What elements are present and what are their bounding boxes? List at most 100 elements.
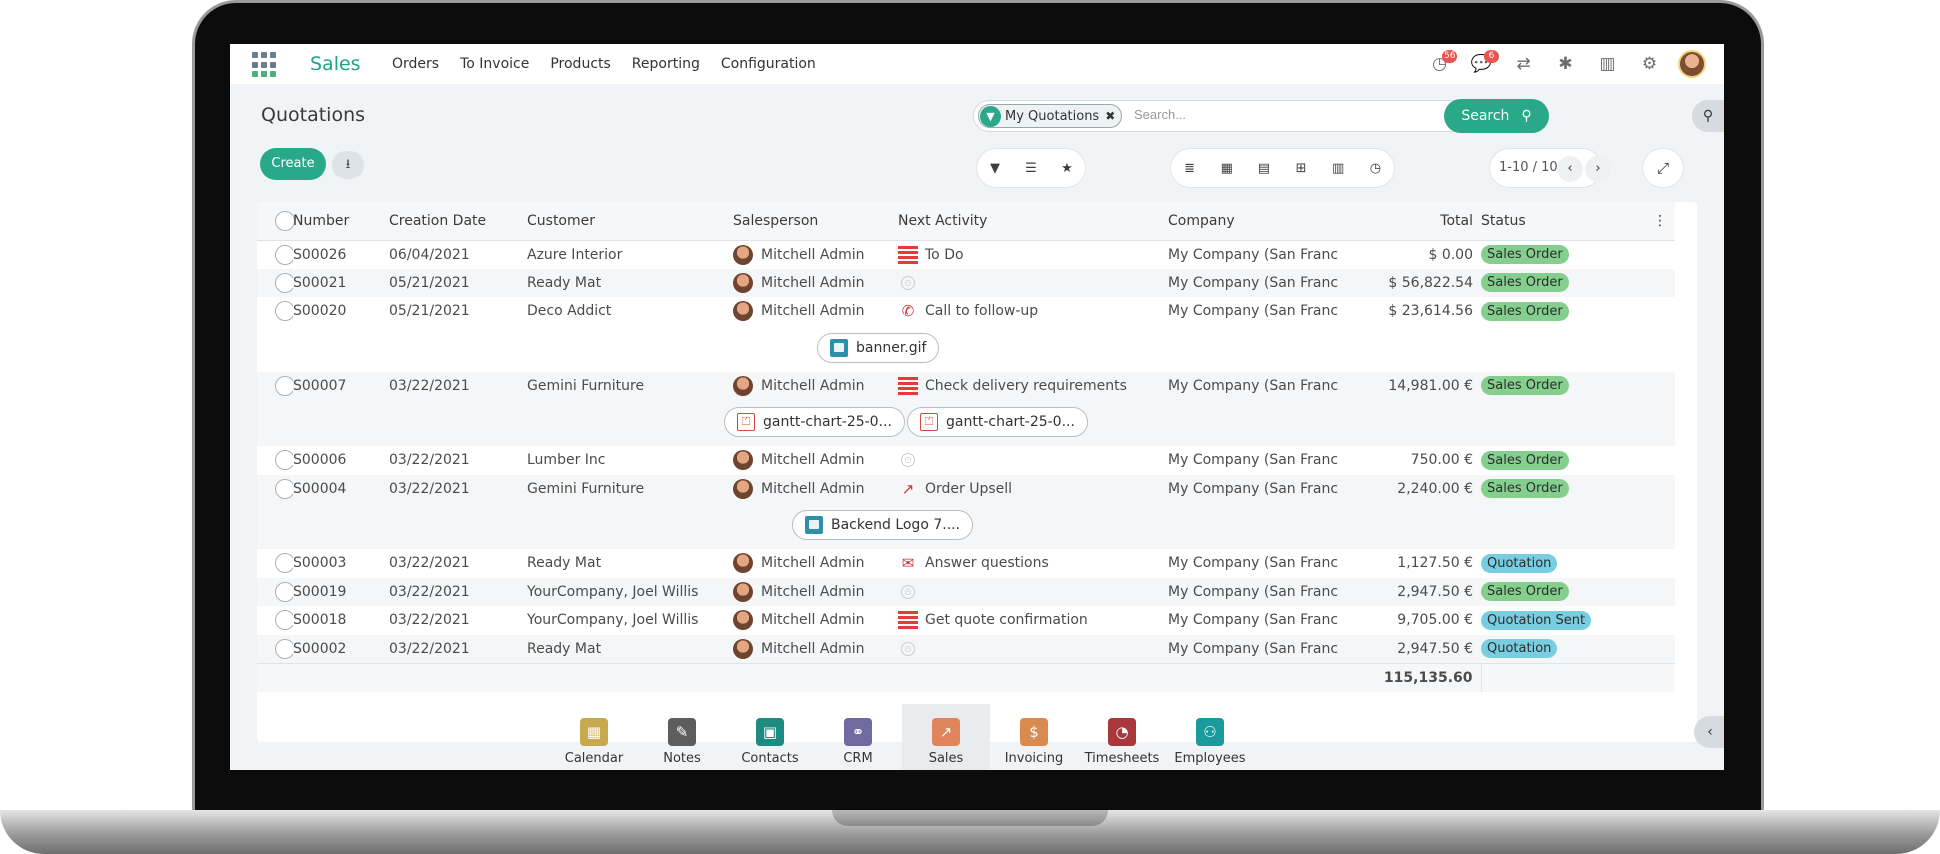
favorites-star-icon[interactable]: ★ — [1053, 154, 1081, 182]
dock-collapse-chevron-icon[interactable]: ‹ — [1694, 716, 1724, 748]
row-checkbox[interactable] — [257, 474, 293, 503]
menu-orders[interactable]: Orders — [392, 56, 439, 72]
table-row[interactable]: S00026 06/04/2021 Azure Interior Mitchell A… — [257, 240, 1675, 269]
attachment-chip[interactable]: ⏍ gantt-chart-25-0... — [724, 407, 905, 437]
col-salesperson[interactable]: Salesperson — [733, 202, 898, 241]
next-activity[interactable]: ◷ — [898, 446, 1168, 475]
col-company[interactable]: Company — [1168, 202, 1338, 241]
next-activity[interactable]: ✉ Answer questions — [898, 549, 1168, 578]
attachment-chip[interactable]: ⏍ gantt-chart-25-0... — [907, 407, 1088, 437]
graph-view-icon[interactable]: ▥ — [1324, 154, 1352, 182]
table-row[interactable]: S00020 05/21/2021 Deco Addict Mitchell Admi… — [257, 297, 1675, 326]
col-customer[interactable]: Customer — [527, 202, 733, 241]
language-icon[interactable]: ⇄ — [1509, 49, 1538, 79]
todo-icon[interactable] — [898, 611, 918, 630]
dock-app-contacts[interactable]: ▣ Contacts — [726, 704, 814, 770]
dock-app-sales[interactable]: ↗ Sales — [902, 704, 990, 770]
clock-icon[interactable]: ◷ — [901, 584, 915, 599]
next-activity[interactable]: To Do — [898, 240, 1168, 269]
table-row[interactable]: S00021 05/21/2021 Ready Mat Mitchell Admin ◷… — [257, 268, 1675, 297]
envelope-icon[interactable]: ✉ — [898, 554, 918, 572]
company-building-icon[interactable]: ▥ — [1593, 49, 1622, 79]
export-download-icon[interactable]: ⭳ — [332, 151, 364, 179]
col-creation-date[interactable]: Creation Date — [389, 202, 527, 241]
dock-app-employees[interactable]: ⚇ Employees — [1166, 704, 1254, 770]
dock-app-calendar[interactable]: ▦ Calendar — [550, 704, 638, 770]
col-total[interactable]: Total — [1338, 202, 1481, 241]
table-row[interactable]: S00002 03/22/2021 Ready Mat Mitchell Admin ◷… — [257, 634, 1675, 663]
row-checkbox[interactable] — [257, 634, 293, 663]
table-row[interactable]: S00007 03/22/2021 Gemini Furniture Mitchell… — [257, 371, 1675, 400]
row-checkbox[interactable] — [257, 549, 293, 578]
search-button[interactable]: Search ⚲ — [1444, 99, 1549, 133]
menu-to-invoice[interactable]: To Invoice — [460, 56, 529, 72]
row-checkbox[interactable] — [257, 297, 293, 326]
phone-icon[interactable]: ✆ — [898, 302, 918, 320]
salesperson-name: Mitchell Admin — [761, 246, 865, 263]
dock-app-invoicing[interactable]: $ Invoicing — [990, 704, 1078, 770]
calendar-view-icon[interactable]: ▤ — [1250, 154, 1278, 182]
next-activity[interactable]: ✆ Call to follow-up — [898, 297, 1168, 326]
col-number[interactable]: Number — [293, 202, 389, 241]
create-button[interactable]: Create — [260, 148, 326, 180]
clock-icon[interactable]: ◷ — [901, 641, 915, 656]
activity-clock-icon[interactable]: ◷ 56 — [1425, 49, 1458, 79]
pager-next-icon[interactable]: › — [1585, 156, 1611, 182]
debug-bug-icon[interactable]: ✱ — [1551, 49, 1580, 79]
table-row[interactable]: S00004 03/22/2021 Gemini Furniture Mitchell… — [257, 474, 1675, 503]
todo-icon[interactable] — [898, 245, 918, 264]
dock-app-timesheets[interactable]: ◔ Timesheets — [1078, 704, 1166, 770]
select-all-checkbox[interactable] — [257, 202, 295, 241]
next-activity[interactable]: ◷ — [898, 634, 1168, 663]
facet-close-icon[interactable]: ✖ — [1105, 109, 1115, 123]
row-checkbox[interactable] — [257, 371, 293, 400]
pivot-view-icon[interactable]: ⊞ — [1287, 154, 1315, 182]
table-row[interactable]: S00006 03/22/2021 Lumber Inc Mitchell Admin… — [257, 446, 1675, 475]
app-brand[interactable]: Sales — [310, 53, 361, 75]
group-by-icon[interactable]: ☰ — [1017, 154, 1045, 182]
pager-value[interactable]: 1-10 / 10 — [1499, 160, 1558, 175]
settings-gear-icon[interactable]: ⚙ — [1635, 49, 1664, 79]
next-activity[interactable]: ◷ — [898, 577, 1168, 606]
fullscreen-expand-icon[interactable]: ⤢ — [1642, 148, 1684, 188]
salesperson-name: Mitchell Admin — [761, 640, 865, 657]
search-options-group: ▼ ☰ ★ — [976, 148, 1086, 188]
col-next-activity[interactable]: Next Activity — [898, 202, 1168, 241]
dock-app-crm[interactable]: ⚭ CRM — [814, 704, 902, 770]
menu-configuration[interactable]: Configuration — [721, 56, 816, 72]
next-activity[interactable]: ↗ Order Upsell — [898, 474, 1168, 503]
menu-products[interactable]: Products — [550, 56, 610, 72]
attachment-chip[interactable]: banner.gif — [817, 332, 940, 363]
next-activity[interactable]: ◷ — [898, 268, 1168, 297]
kanban-view-icon[interactable]: ▦ — [1213, 154, 1241, 182]
attachment-chip[interactable]: Backend Logo 7.... — [792, 510, 974, 540]
activity-view-icon[interactable]: ◷ — [1361, 154, 1389, 182]
apps-menu-icon[interactable] — [252, 52, 278, 78]
row-checkbox[interactable] — [257, 446, 293, 475]
row-checkbox[interactable] — [257, 577, 293, 606]
menu-reporting[interactable]: Reporting — [632, 56, 700, 72]
upsell-chart-icon[interactable]: ↗ — [898, 480, 918, 498]
filter-icon[interactable]: ▼ — [981, 154, 1009, 182]
clock-icon[interactable]: ◷ — [901, 453, 915, 468]
todo-icon[interactable] — [898, 376, 918, 395]
next-activity[interactable]: Check delivery requirements — [898, 371, 1168, 400]
clock-icon[interactable]: ◷ — [901, 275, 915, 290]
list-view-icon[interactable]: ≣ — [1176, 154, 1204, 182]
zoom-magnifier-icon[interactable]: ⚲ — [1692, 100, 1724, 132]
search-facet[interactable]: ▼ My Quotations ✖ — [978, 104, 1123, 128]
column-options-kebab-icon[interactable]: ⋮ — [1617, 202, 1675, 241]
table-row[interactable]: S00018 03/22/2021 YourCompany, Joel Willis… — [257, 606, 1675, 635]
dock-app-notes[interactable]: ✎ Notes — [638, 704, 726, 770]
messages-icon[interactable]: 💬 6 — [1467, 49, 1499, 79]
table-row[interactable]: S00019 03/22/2021 YourCompany, Joel Willis… — [257, 577, 1675, 606]
user-menu[interactable] — [1677, 49, 1706, 79]
row-checkbox[interactable] — [257, 606, 293, 635]
pager-previous-icon[interactable]: ‹ — [1557, 156, 1583, 182]
next-activity[interactable]: Get quote confirmation — [898, 606, 1168, 635]
table-row[interactable]: S00003 03/22/2021 Ready Mat Mitchell Admin ✉… — [257, 549, 1675, 578]
col-status[interactable]: Status — [1481, 202, 1617, 241]
search-input[interactable] — [1134, 107, 1394, 122]
row-checkbox[interactable] — [257, 240, 293, 269]
row-checkbox[interactable] — [257, 268, 293, 297]
